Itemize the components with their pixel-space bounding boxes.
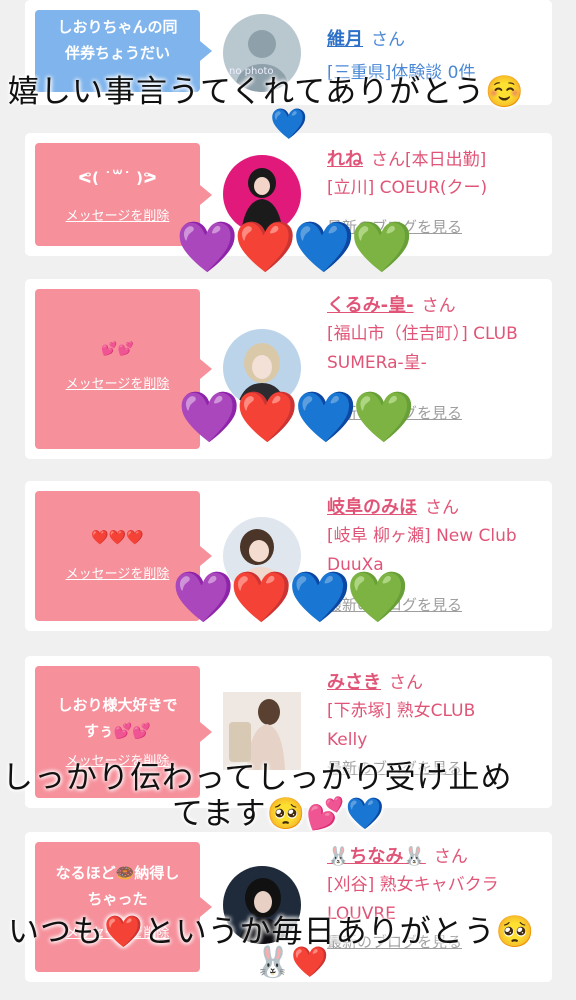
overlay-caption: てます🥺💕💙 bbox=[172, 796, 386, 832]
profile-name-link[interactable]: 維月 bbox=[327, 29, 363, 50]
overlay-caption: 嬉しい事言うてくれてありがとう☺️ bbox=[8, 74, 525, 110]
message-text: なるほど🍩納得しちゃった bbox=[55, 864, 180, 908]
message-bubble: 💕💕 メッセージを削除 bbox=[35, 289, 212, 449]
honorific: さん bbox=[371, 30, 405, 50]
message-text: しおり様大好きですぅ💕💕 bbox=[57, 696, 178, 740]
shop-label: [福山市（住吉町）] CLUB SUMERa-皇- bbox=[327, 324, 518, 373]
profile-name-link[interactable]: みさき bbox=[327, 672, 381, 693]
heart-row-icons: 💜❤️💙💚 bbox=[176, 218, 413, 276]
shop-label: [立川] COEUR(クー) bbox=[327, 178, 488, 198]
delete-message-link[interactable]: メッセージを削除 bbox=[35, 373, 200, 392]
honorific: さん bbox=[425, 498, 459, 518]
heart-row-icons: 💜❤️💙💚 bbox=[172, 568, 409, 626]
profile-name-link[interactable]: 🐰ちなみ🐰 bbox=[327, 846, 426, 867]
honorific: さん bbox=[421, 296, 456, 316]
honorific: さん bbox=[433, 847, 468, 867]
profile-name-link[interactable]: れね bbox=[327, 149, 363, 170]
message-text: 💕💕 bbox=[101, 342, 134, 357]
heart-row-icons: 💜❤️💙💚 bbox=[178, 388, 415, 446]
blue-heart-icon: 💙 bbox=[270, 107, 308, 142]
profile-name-link[interactable]: 岐阜のみほ bbox=[327, 497, 417, 518]
honorific: さん bbox=[389, 673, 423, 693]
profile-name-link[interactable]: くるみ-皇- bbox=[327, 295, 414, 316]
bunny-heart-icons: 🐰❤️ bbox=[254, 945, 329, 980]
honorific: さん[本日出勤] bbox=[371, 150, 487, 170]
shop-label: [下赤塚] 熟女CLUB Kelly bbox=[327, 701, 476, 750]
message-text: ❤️❤️❤️ bbox=[91, 530, 144, 546]
message-text: ᕙ( ˙꒳˙ )ᕗ bbox=[78, 169, 157, 187]
message-text: しおりちゃんの同伴券ちょうだい bbox=[57, 18, 178, 62]
